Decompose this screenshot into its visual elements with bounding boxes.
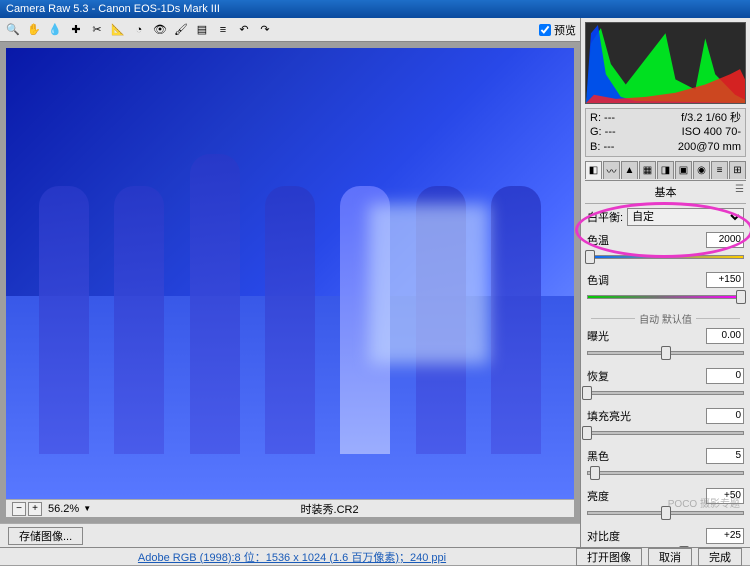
temp-input[interactable] xyxy=(706,232,744,248)
fill-input[interactable] xyxy=(706,408,744,424)
tab-curve[interactable]: 〰 xyxy=(603,161,620,179)
window-titlebar: Camera Raw 5.3 - Canon EOS-1Ds Mark III xyxy=(0,0,750,18)
contrast-input[interactable] xyxy=(706,528,744,544)
temp-slider[interactable] xyxy=(585,250,595,264)
cancel-button[interactable]: 取消 xyxy=(648,548,692,566)
toolbar: 🔍 ✋ 💧 ✚ ✂ 📐 ◔ 👁 🖌 ▤ ≡ ↶ ↷ 预览 xyxy=(0,18,580,42)
hand-icon[interactable]: ✋ xyxy=(25,21,43,39)
recovery-slider[interactable] xyxy=(582,386,592,400)
watermark: POCO 摄影专题 xyxy=(668,495,740,510)
exif-info: R: --- G: --- B: --- f/3.2 1/60 秒 ISO 40… xyxy=(585,108,746,157)
tint-slider[interactable] xyxy=(736,290,746,304)
workflow-link[interactable]: Adobe RGB (1998):8 位：1536 x 1024 (1.6 百万… xyxy=(138,552,446,564)
prefs-icon[interactable]: ≡ xyxy=(214,21,232,39)
wb-label: 白平衡: xyxy=(587,209,623,225)
spot-removal-icon[interactable]: ◔ xyxy=(130,21,148,39)
preview-checkbox[interactable] xyxy=(539,24,551,36)
tab-snapshots[interactable]: ⊞ xyxy=(729,161,746,179)
zoom-out-button[interactable]: − xyxy=(12,502,26,516)
zoom-in-button[interactable]: + xyxy=(28,502,42,516)
rotate-cw-icon[interactable]: ↷ xyxy=(256,21,274,39)
save-image-button[interactable]: 存储图像... xyxy=(8,527,83,545)
tab-lens[interactable]: ▣ xyxy=(675,161,692,179)
blacks-input[interactable] xyxy=(706,448,744,464)
open-image-button[interactable]: 打开图像 xyxy=(576,548,642,566)
tab-basic[interactable]: ◧ xyxy=(585,161,602,179)
panel-title: 基本 xyxy=(585,181,746,204)
tint-input[interactable] xyxy=(706,272,744,288)
adjustment-brush-icon[interactable]: 🖌 xyxy=(172,21,190,39)
recovery-input[interactable] xyxy=(706,368,744,384)
graduated-filter-icon[interactable]: ▤ xyxy=(193,21,211,39)
done-button[interactable]: 完成 xyxy=(698,548,742,566)
tab-presets[interactable]: ≡ xyxy=(711,161,728,179)
straighten-icon[interactable]: 📐 xyxy=(109,21,127,39)
redeye-icon[interactable]: 👁 xyxy=(151,21,169,39)
window-title: Camera Raw 5.3 - Canon EOS-1Ds Mark III xyxy=(6,3,220,15)
wb-select[interactable]: 自定 xyxy=(627,208,744,226)
tab-split[interactable]: ◨ xyxy=(657,161,674,179)
fill-slider[interactable] xyxy=(582,426,592,440)
zoom-icon[interactable]: 🔍 xyxy=(4,21,22,39)
tab-camera[interactable]: ◉ xyxy=(693,161,710,179)
image-filename: 时装秀.CR2 xyxy=(91,501,568,517)
wb-eyedropper-icon[interactable]: 💧 xyxy=(46,21,64,39)
contrast-slider[interactable] xyxy=(679,546,689,547)
histogram[interactable] xyxy=(585,22,746,104)
panel-tabs: ◧ 〰 ▲ ▦ ◨ ▣ ◉ ≡ ⊞ xyxy=(585,161,746,181)
blacks-slider[interactable] xyxy=(590,466,600,480)
exposure-slider[interactable] xyxy=(661,346,671,360)
zoom-value[interactable]: 56.2% xyxy=(48,503,79,515)
preview-label: 预览 xyxy=(554,22,576,38)
crop-icon[interactable]: ✂ xyxy=(88,21,106,39)
color-sampler-icon[interactable]: ✚ xyxy=(67,21,85,39)
rotate-ccw-icon[interactable]: ↶ xyxy=(235,21,253,39)
zoom-dropdown-icon[interactable]: ▼ xyxy=(83,504,91,513)
preview-image[interactable] xyxy=(6,48,574,499)
tab-hsl[interactable]: ▦ xyxy=(639,161,656,179)
tab-detail[interactable]: ▲ xyxy=(621,161,638,179)
exposure-input[interactable] xyxy=(706,328,744,344)
auto-default-row[interactable]: 自动 默认值 xyxy=(587,312,744,326)
